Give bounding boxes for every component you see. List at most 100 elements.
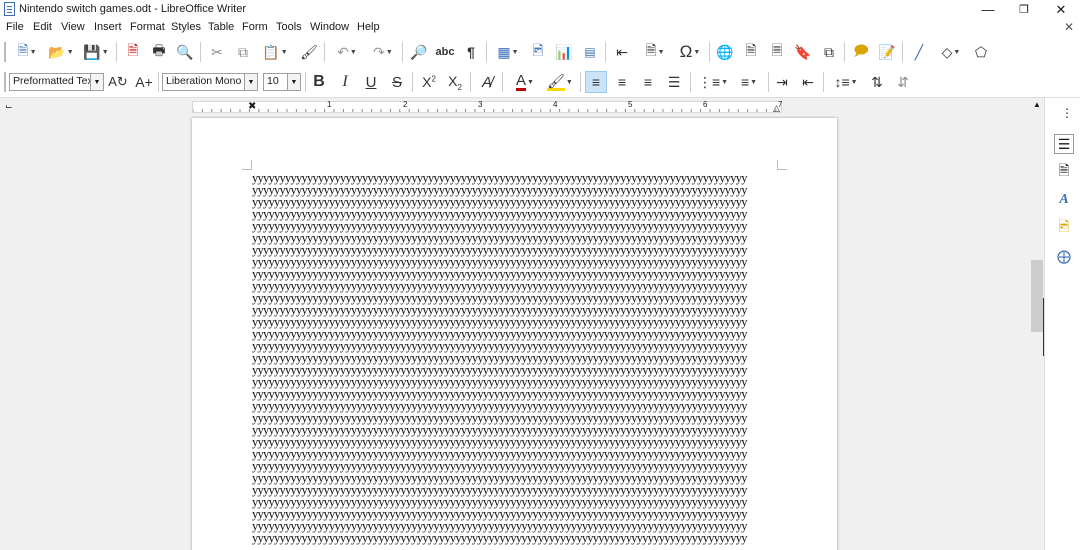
footnote-button[interactable]: 🗎	[740, 41, 762, 63]
menu-insert[interactable]: Insert	[94, 21, 122, 33]
document-text[interactable]: yyyyyyyyyyyyyyyyyyyyyyyyyyyyyyyyyyyyyyyy…	[252, 172, 782, 550]
chevron-down-icon[interactable]: ▼	[244, 74, 257, 90]
cut-button[interactable]: ✂	[206, 41, 228, 63]
sidebar-properties-button[interactable]: ☰	[1054, 134, 1074, 154]
window-title: Nintendo switch games.odt - LibreOffice …	[19, 3, 247, 15]
copy-button[interactable]: ⧉	[232, 41, 254, 63]
menu-help[interactable]: Help	[357, 21, 380, 33]
sidebar-menu-icon[interactable]: ⋮	[1061, 106, 1073, 120]
draw-functions-button[interactable]: ⬠	[970, 41, 992, 63]
align-left-button[interactable]: ≡	[585, 71, 607, 93]
clone-formatting-button[interactable]: 🖌	[298, 41, 320, 63]
decrease-paragraph-spacing-button[interactable]: ⇵	[892, 71, 914, 93]
menu-styles[interactable]: Styles	[171, 21, 201, 33]
increase-indent-button[interactable]: ⇥	[771, 71, 793, 93]
ordered-list-button[interactable]: ≡ ▼	[732, 71, 766, 93]
increase-paragraph-spacing-button[interactable]: ⇅	[866, 71, 888, 93]
insert-chart-button[interactable]: 📊	[553, 41, 575, 63]
subscript-button[interactable]: X2	[444, 71, 466, 93]
bold-icon: B	[313, 73, 325, 90]
strikethrough-button[interactable]: S	[386, 71, 408, 93]
sidebar-navigator-button[interactable]: ⨁	[1054, 246, 1074, 266]
menu-table[interactable]: Table	[208, 21, 234, 33]
page-break-button[interactable]: ⇤	[611, 41, 633, 63]
print-icon: 🖶	[152, 42, 166, 58]
chevron-down-icon[interactable]: ▼	[287, 74, 300, 90]
ruler-mark-4: 4	[553, 100, 558, 109]
endnote-button[interactable]: 🗏	[766, 41, 788, 63]
restore-button[interactable]: ❐	[1005, 0, 1043, 19]
menu-view[interactable]: View	[61, 21, 85, 33]
redo-button[interactable]: ↷ ▼	[366, 41, 400, 63]
text-line[interactable]: yyyyyyyyyyyyyyyyyyyyyyyyyyyyyyyyyyyyyyyy…	[252, 532, 782, 545]
print-button[interactable]: 🖶	[148, 41, 170, 63]
open-button[interactable]: 📂 ▼	[46, 41, 76, 63]
menu-form[interactable]: Form	[242, 21, 268, 33]
superscript-button[interactable]: X2	[418, 71, 440, 93]
page-break-icon: ⇤	[616, 43, 628, 60]
track-changes-button[interactable]: 📝	[876, 41, 898, 63]
formatting-marks-button[interactable]: ¶	[460, 41, 482, 63]
menu-tools[interactable]: Tools	[276, 21, 302, 33]
undo-button[interactable]: ↶ ▼	[330, 41, 364, 63]
underline-button[interactable]: U	[360, 71, 382, 93]
bold-button[interactable]: B	[308, 71, 330, 93]
cross-reference-button[interactable]: ⧉	[818, 41, 840, 63]
spelling-button[interactable]: abc	[434, 41, 456, 63]
justify-button[interactable]: ☰	[663, 71, 685, 93]
update-style-button[interactable]: A↻	[107, 71, 129, 93]
save-button[interactable]: 💾 ▼	[80, 41, 112, 63]
close-window-button[interactable]: ✕	[1042, 0, 1080, 19]
shapes-button[interactable]: ◇ ▼	[934, 41, 968, 63]
chevron-down-icon[interactable]: ▼	[90, 74, 103, 90]
menu-format[interactable]: Format	[130, 21, 165, 33]
line-button[interactable]: ╱	[908, 41, 930, 63]
sidebar-page-button[interactable]: 🗎	[1054, 162, 1074, 182]
italic-button[interactable]: I	[334, 71, 356, 93]
font-color-button[interactable]: A ▼	[508, 71, 542, 93]
paragraph-style-combo[interactable]: Preformatted Text ▼	[9, 73, 104, 91]
align-center-button[interactable]: ≡	[611, 71, 633, 93]
decrease-indent-button[interactable]: ⇤	[797, 71, 819, 93]
tab-stop-type-icon[interactable]: ⌙	[5, 101, 13, 112]
menu-window[interactable]: Window	[310, 21, 349, 33]
scrollbar-thumb[interactable]	[1031, 260, 1043, 332]
left-indent-marker[interactable]: ✖	[248, 101, 256, 112]
insert-image-icon: 🖻	[532, 42, 544, 58]
find-replace-button[interactable]: 🔎	[408, 41, 430, 63]
document-page[interactable]: yyyyyyyyyyyyyyyyyyyyyyyyyyyyyyyyyyyyyyyy…	[192, 118, 837, 550]
export-pdf-button[interactable]: 🗎	[122, 41, 144, 63]
font-size-combo[interactable]: 10 ▼	[263, 73, 301, 91]
vertical-scrollbar[interactable]: ▲	[1030, 98, 1044, 550]
insert-image-button[interactable]: 🖻	[527, 41, 549, 63]
sidebar-gallery-button[interactable]: 🖻	[1054, 218, 1074, 238]
insert-table-button[interactable]: ▦ ▼	[492, 41, 524, 63]
font-name-combo[interactable]: Liberation Mono ▼	[162, 73, 258, 91]
unordered-list-icon: ⋮≡	[697, 73, 721, 90]
highlight-button[interactable]: 🖌 ▼	[543, 71, 577, 93]
unordered-list-button[interactable]: ⋮≡ ▼	[696, 71, 730, 93]
scroll-up-icon[interactable]: ▲	[1033, 100, 1041, 109]
special-character-button[interactable]: Ω ▼	[673, 41, 707, 63]
insert-textbox-button[interactable]: ▤	[579, 41, 601, 63]
minimize-button[interactable]: —	[969, 0, 1007, 19]
right-indent-marker[interactable]: △	[773, 103, 780, 114]
menu-file[interactable]: File	[6, 21, 24, 33]
hyperlink-button[interactable]: 🌐	[714, 41, 736, 63]
comment-button[interactable]: 🗩	[850, 41, 872, 63]
bookmark-button[interactable]: 🔖	[792, 41, 814, 63]
ruler-mark-5: 5	[628, 100, 633, 109]
new-document-button[interactable]: 🗎 ▼	[12, 41, 42, 63]
horizontal-ruler[interactable]: 1 2 3 4 5 6 7 ✖ △	[192, 100, 782, 114]
paste-button[interactable]: 📋 ▼	[258, 41, 292, 63]
new-style-button[interactable]: A+	[133, 71, 155, 93]
line-spacing-button[interactable]: ↕≡ ▼	[829, 71, 863, 93]
close-document-button[interactable]: ✕	[1064, 20, 1074, 34]
menu-edit[interactable]: Edit	[33, 21, 52, 33]
sidebar-styles-button[interactable]: A	[1054, 190, 1074, 210]
print-preview-button[interactable]: 🔍	[174, 41, 196, 63]
align-right-button[interactable]: ≡	[637, 71, 659, 93]
insert-field-button[interactable]: 🗎 ▼	[639, 41, 671, 63]
clear-formatting-button[interactable]: A̸	[476, 71, 498, 93]
spelling-icon: abc	[435, 46, 455, 58]
